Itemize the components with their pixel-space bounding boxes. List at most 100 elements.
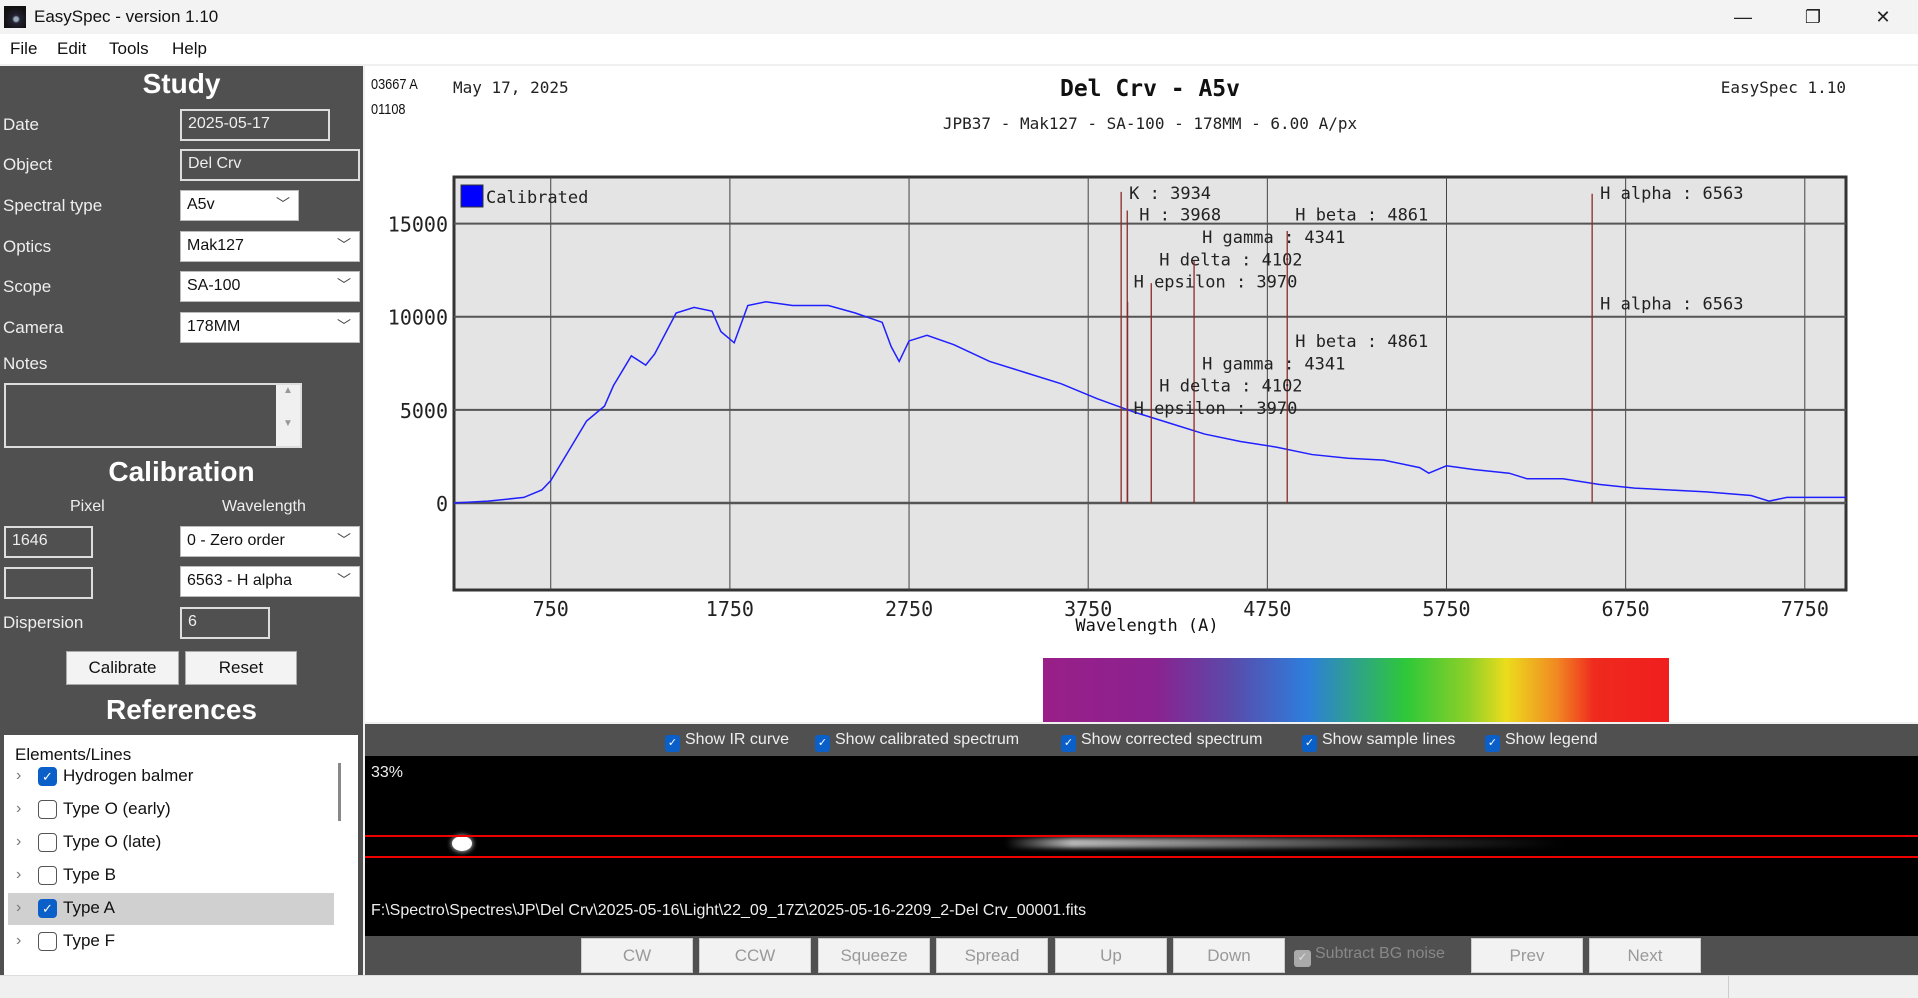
x-tick-label: 2750 <box>885 597 933 621</box>
show-corrected-checkbox[interactable]: ✓ Show corrected spectrum <box>1061 731 1262 752</box>
y-tick-label: 15000 <box>388 213 448 237</box>
check-icon: ✓ <box>1302 735 1317 752</box>
scope-select[interactable]: SA-100 ﹀ <box>180 271 360 302</box>
check-icon: ✓ <box>815 735 830 752</box>
tree-scrollbar[interactable] <box>338 763 341 821</box>
tree-item-label: Type O (late) <box>63 832 162 851</box>
options-strip: ✓ Show IR curve ✓ Show calibrated spectrum… <box>365 724 1918 756</box>
spectral-type-select[interactable]: A5v ﹀ <box>180 190 299 221</box>
line-label-lower: H gamma : 4341 <box>1202 354 1345 374</box>
tree-item-label: Type F <box>63 931 115 950</box>
prev-button[interactable]: Prev <box>1471 938 1583 973</box>
menu-tools[interactable]: Tools <box>109 39 149 59</box>
chevron-down-icon: ﹀ <box>337 572 351 588</box>
chevron-right-icon[interactable]: › <box>16 800 21 818</box>
object-input[interactable]: Del Crv <box>180 149 360 181</box>
line-label: H : 3968 <box>1139 206 1221 226</box>
show-calibrated-checkbox[interactable]: ✓ Show calibrated spectrum <box>815 731 1019 752</box>
y-tick-label: 10000 <box>388 306 448 330</box>
tree-item[interactable]: › Type F <box>8 926 334 958</box>
minimize-button[interactable]: — <box>1720 0 1766 34</box>
show-ir-curve-checkbox[interactable]: ✓ Show IR curve <box>665 731 789 752</box>
camera-label: Camera <box>3 318 64 337</box>
subtract-bg-checkbox[interactable]: ✓ Subtract BG noise <box>1294 945 1445 967</box>
chevron-right-icon[interactable]: › <box>16 899 21 917</box>
checkbox[interactable]: ✓ <box>38 899 57 918</box>
tree-item-label: Hydrogen balmer <box>63 766 194 785</box>
color-spectrum-bar <box>1043 658 1669 722</box>
wavelength2-select[interactable]: 6563 - H alpha ﹀ <box>180 566 360 597</box>
tree-item-label: Type B <box>63 865 116 884</box>
spectrum-streak <box>1005 838 1565 848</box>
checkbox[interactable]: ✓ <box>38 767 57 786</box>
tree-item[interactable]: › ✓ Hydrogen balmer <box>8 761 334 793</box>
tree-item[interactable]: › ✓ Type A <box>8 893 334 925</box>
line-label: K : 3934 <box>1129 184 1211 204</box>
legend-label: Calibrated <box>486 188 588 208</box>
camera-select[interactable]: 178MM ﹀ <box>180 312 360 343</box>
menu-file[interactable]: File <box>10 39 37 59</box>
chevron-right-icon[interactable]: › <box>16 833 21 851</box>
date-input[interactable]: 2025-05-17 <box>180 109 330 141</box>
calibrate-button[interactable]: Calibrate <box>66 651 179 685</box>
wavelength1-select[interactable]: 0 - Zero order ﹀ <box>180 526 360 557</box>
menu-help[interactable]: Help <box>172 39 207 59</box>
dispersion-input[interactable]: 6 <box>180 607 270 639</box>
wavelength2-value: 6563 - H alpha <box>187 572 292 589</box>
ccw-button[interactable]: CCW <box>699 938 811 973</box>
down-button[interactable]: Down <box>1173 938 1285 973</box>
chevron-right-icon[interactable]: › <box>16 932 21 950</box>
notes-textarea[interactable] <box>4 383 302 448</box>
tree-item[interactable]: › Type O (late) <box>8 827 334 859</box>
spectral-type-value: A5v <box>187 196 215 213</box>
scroll-down-icon[interactable]: ▼ <box>276 418 300 429</box>
reset-button[interactable]: Reset <box>185 651 297 685</box>
x-tick-label: 1750 <box>706 597 754 621</box>
option-label: Show corrected spectrum <box>1081 731 1263 748</box>
date-label: Date <box>3 115 39 134</box>
chevron-down-icon: ﹀ <box>337 318 351 334</box>
up-button[interactable]: Up <box>1055 938 1167 973</box>
checkbox[interactable] <box>38 932 57 951</box>
sample-line-bottom[interactable] <box>365 856 1918 858</box>
next-button[interactable]: Next <box>1589 938 1701 973</box>
chevron-right-icon[interactable]: › <box>16 866 21 884</box>
squeeze-button[interactable]: Squeeze <box>818 938 930 973</box>
dispersion-label: Dispersion <box>3 613 84 632</box>
tree-item-label: Type A <box>63 898 115 917</box>
checkbox[interactable] <box>38 833 57 852</box>
tree-item[interactable]: › Type B <box>8 860 334 892</box>
chevron-right-icon[interactable]: › <box>16 767 21 785</box>
notes-scrollbar[interactable]: ▲ ▼ <box>276 385 300 446</box>
zero-order-spot <box>452 836 472 851</box>
chevron-down-icon: ﹀ <box>337 277 351 293</box>
scroll-up-icon[interactable]: ▲ <box>276 385 300 396</box>
cw-button[interactable]: CW <box>581 938 693 973</box>
x-tick-label: 7750 <box>1781 597 1829 621</box>
pixel1-input[interactable]: 1646 <box>4 526 93 558</box>
references-tree: Elements/Lines › ✓ Hydrogen balmer › Type O … <box>4 735 358 975</box>
menu-edit[interactable]: Edit <box>57 39 86 59</box>
camera-value: 178MM <box>187 318 241 335</box>
menu-bar <box>0 34 1918 64</box>
pixel2-input[interactable] <box>4 567 93 599</box>
show-legend-checkbox[interactable]: ✓ Show legend <box>1485 731 1598 752</box>
restore-button[interactable]: ❐ <box>1790 0 1836 34</box>
checkbox[interactable] <box>38 800 57 819</box>
close-button[interactable]: ✕ <box>1860 0 1906 34</box>
sample-line-top[interactable] <box>365 835 1918 837</box>
optics-select[interactable]: Mak127 ﹀ <box>180 231 360 262</box>
checkbox[interactable] <box>38 866 57 885</box>
show-sample-lines-checkbox[interactable]: ✓ Show sample lines <box>1302 731 1455 752</box>
references-heading: References <box>106 694 257 725</box>
raw-image-view[interactable]: 33% F:\Spectro\Spectres\JP\Del Crv\2025-… <box>365 756 1918 936</box>
image-controls: CW CCW Squeeze Spread Up Down ✓ Subtract … <box>365 936 1918 975</box>
status-divider <box>1728 976 1729 998</box>
pixel-label: Pixel <box>70 498 105 515</box>
chevron-down-icon: ﹀ <box>337 237 351 253</box>
x-tick-label: 5750 <box>1422 597 1470 621</box>
wavelength-label: Wavelength <box>222 498 306 515</box>
spread-button[interactable]: Spread <box>936 938 1048 973</box>
tree-item[interactable]: › Type O (early) <box>8 794 334 826</box>
option-label: Show calibrated spectrum <box>835 731 1020 748</box>
